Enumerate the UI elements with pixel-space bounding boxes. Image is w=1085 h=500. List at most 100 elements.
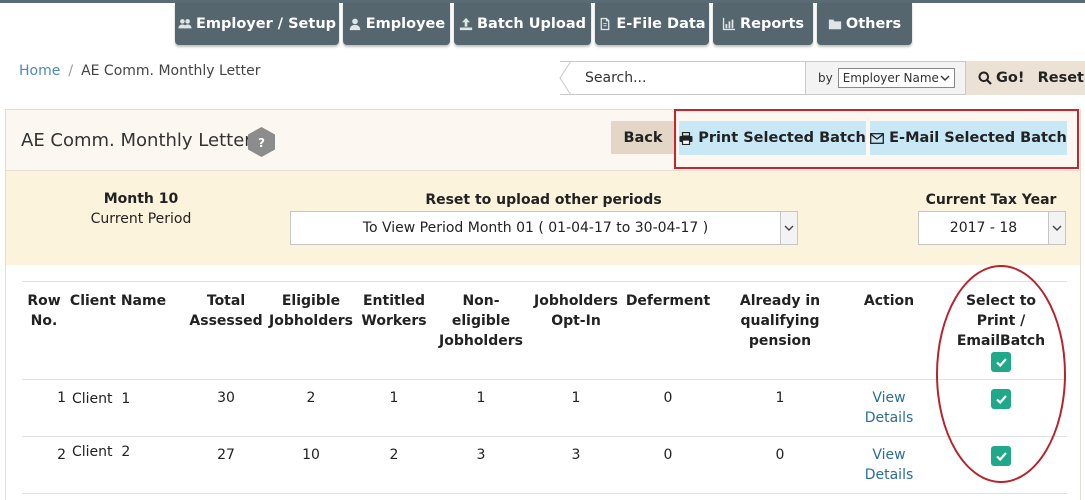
cell-already-in-pension: 1 bbox=[775, 390, 785, 406]
check-icon bbox=[995, 451, 1007, 461]
tab-batch-upload[interactable]: Batch Upload bbox=[454, 3, 591, 45]
header-entitled-workers: Entitled Workers bbox=[361, 293, 427, 329]
email-selected-batch-button[interactable]: E-Mail Selected Batch bbox=[870, 121, 1067, 155]
bar-chart-icon bbox=[722, 17, 736, 31]
chevron-down-icon bbox=[1052, 225, 1062, 231]
user-icon bbox=[349, 18, 361, 31]
cell-eligible-jobholders: 2 bbox=[306, 390, 316, 406]
view-details-link[interactable]: View Details bbox=[854, 388, 924, 428]
go-button[interactable]: Go! bbox=[978, 70, 1024, 86]
header-non-eligible-jobholders: Non-eligible Jobholders bbox=[439, 293, 523, 349]
tab-label: E-File Data bbox=[616, 16, 706, 32]
period-select-arrow bbox=[780, 212, 797, 244]
table-divider bbox=[22, 379, 1067, 380]
tab-label: Employer / Setup bbox=[195, 16, 337, 32]
search-input[interactable] bbox=[571, 61, 806, 95]
cell-entitled-workers: 1 bbox=[389, 390, 399, 406]
cell-client-name: Client 1 bbox=[72, 391, 131, 407]
results-table: Row No. Client Name Total Assessed Eligibl… bbox=[5, 265, 1081, 500]
reset-period-label: Reset to upload other periods bbox=[425, 192, 662, 208]
row-select-checkbox[interactable] bbox=[991, 389, 1011, 409]
tax-year-select[interactable]: 2017 - 18 bbox=[918, 211, 1066, 245]
check-icon bbox=[995, 394, 1007, 404]
print-selected-batch-button[interactable]: Print Selected Batch bbox=[679, 121, 866, 155]
breadcrumb-current: AE Comm. Monthly Letter bbox=[81, 63, 261, 79]
select-all-checkbox[interactable] bbox=[991, 352, 1011, 372]
cell-eligible-jobholders: 10 bbox=[302, 447, 320, 463]
tab-label: Others bbox=[845, 16, 902, 32]
search-by: by Employer Name bbox=[806, 61, 966, 95]
header-jobholders-opt-in: Jobholders Opt-In bbox=[534, 293, 618, 329]
period-band: Month 10 Current Period Reset to upload … bbox=[5, 171, 1081, 265]
header-client-name: Client Name bbox=[69, 293, 167, 309]
tab-reports[interactable]: Reports bbox=[713, 3, 813, 45]
upload-icon bbox=[459, 17, 473, 31]
tab-others[interactable]: Others bbox=[817, 3, 912, 45]
search-by-value: Employer Name bbox=[842, 71, 939, 85]
header-action: Action bbox=[863, 293, 915, 309]
table-divider bbox=[22, 436, 1067, 437]
cell-entitled-workers: 2 bbox=[389, 447, 399, 463]
help-icon[interactable]: ? bbox=[247, 126, 276, 158]
period-select-value: To View Period Month 01 ( 01-04-17 to 30… bbox=[362, 220, 709, 236]
reset-button[interactable]: Reset bbox=[1038, 70, 1084, 86]
cell-total-assessed: 27 bbox=[217, 447, 235, 463]
cell-already-in-pension: 0 bbox=[775, 447, 785, 463]
header-select-to-print: Select to Print / EmailBatch bbox=[956, 293, 1046, 349]
search-by-select[interactable]: Employer Name bbox=[837, 68, 955, 88]
cell-client-name: Client 2 bbox=[72, 444, 131, 460]
view-details-link[interactable]: View Details bbox=[854, 445, 924, 485]
tab-label: Batch Upload bbox=[477, 16, 586, 32]
tax-year-value: 2017 - 18 bbox=[949, 220, 1018, 236]
cell-row-no: 2 bbox=[57, 447, 66, 463]
search-arrow-shape bbox=[559, 61, 571, 95]
help-text: ? bbox=[258, 136, 265, 150]
envelope-icon bbox=[870, 132, 885, 144]
cell-opt-in: 3 bbox=[571, 447, 581, 463]
table-divider bbox=[22, 493, 1067, 494]
tab-label: Reports bbox=[739, 16, 805, 32]
cell-deferment: 0 bbox=[663, 390, 673, 406]
cell-non-eligible: 3 bbox=[476, 447, 486, 463]
current-period-label: Current Period bbox=[90, 211, 192, 227]
current-period-block: Month 10 Current Period bbox=[71, 191, 211, 227]
cell-opt-in: 1 bbox=[571, 390, 581, 406]
header-deferment: Deferment bbox=[625, 293, 711, 309]
tax-year-label: Current Tax Year bbox=[925, 192, 1057, 208]
breadcrumb: Home / AE Comm. Monthly Letter bbox=[19, 63, 260, 79]
header-total-assessed: Total Assessed bbox=[189, 293, 263, 329]
main-nav: Employer / Setup Employee Batch Upload E… bbox=[175, 3, 912, 45]
tax-year-select-arrow bbox=[1048, 212, 1065, 244]
page-header: AE Comm. Monthly Letter ? Back Print Sel… bbox=[5, 109, 1081, 171]
go-label: Go! bbox=[996, 70, 1025, 86]
breadcrumb-home[interactable]: Home bbox=[19, 63, 60, 79]
search-by-label: by bbox=[818, 71, 833, 85]
header-already-in-pension: Already in qualifying pension bbox=[739, 293, 821, 349]
current-month: Month 10 bbox=[103, 191, 179, 207]
users-icon bbox=[178, 19, 192, 29]
file-icon bbox=[601, 17, 610, 31]
tab-employer-setup[interactable]: Employer / Setup bbox=[175, 3, 339, 45]
search-actions: Go! Reset bbox=[966, 61, 1085, 95]
chevron-down-icon bbox=[784, 225, 794, 231]
table-top-line bbox=[22, 281, 1067, 282]
period-select[interactable]: To View Period Month 01 ( 01-04-17 to 30… bbox=[290, 211, 798, 245]
tab-employee[interactable]: Employee bbox=[343, 3, 450, 45]
breadcrumb-separator: / bbox=[68, 63, 74, 79]
chevron-down-icon bbox=[940, 75, 950, 81]
page-title: AE Comm. Monthly Letter bbox=[21, 130, 252, 151]
tab-efile-data[interactable]: E-File Data bbox=[595, 3, 709, 45]
cell-total-assessed: 30 bbox=[217, 390, 235, 406]
check-icon bbox=[995, 357, 1007, 367]
search-bar: by Employer Name Go! Reset bbox=[559, 61, 1085, 95]
row-select-checkbox[interactable] bbox=[991, 446, 1011, 466]
folder-icon bbox=[828, 19, 842, 30]
header-eligible-jobholders: Eligible Jobholders bbox=[269, 293, 353, 329]
header-row-no: Row No. bbox=[27, 293, 61, 329]
print-icon bbox=[679, 131, 693, 145]
back-button[interactable]: Back bbox=[611, 121, 675, 154]
cell-row-no: 1 bbox=[57, 390, 66, 406]
cell-non-eligible: 1 bbox=[476, 390, 486, 406]
email-label: E-Mail Selected Batch bbox=[889, 130, 1067, 146]
cell-deferment: 0 bbox=[663, 447, 673, 463]
